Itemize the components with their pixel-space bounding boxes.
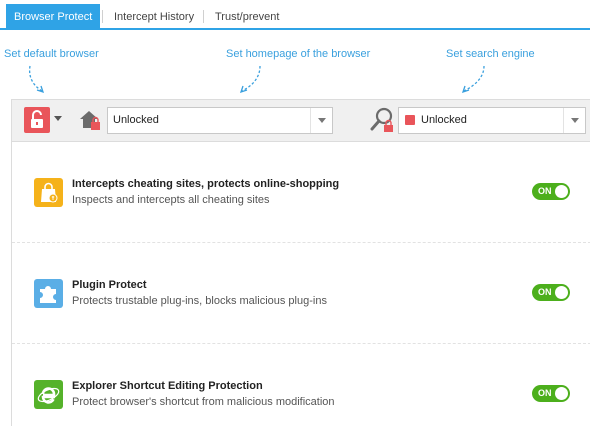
feature-description: Inspects and intercepts all cheating sit…: [72, 194, 270, 206]
hint-homepage: Set homepage of the browser: [226, 48, 371, 60]
toggle-knob: [555, 185, 568, 198]
protection-feature-list: Intercepts cheating sites, protects onli…: [11, 142, 590, 426]
puzzle-piece-icon: [34, 279, 63, 308]
chevron-down-icon[interactable]: [563, 108, 585, 133]
search-engine-select-value: Unlocked: [421, 114, 467, 126]
homepage-select-value: Unlocked: [113, 114, 159, 126]
browser-settings-toolbar: Unlocked Unlocked: [11, 99, 590, 142]
browser-e-icon: [34, 380, 63, 409]
plugin-protect-toggle[interactable]: ON: [532, 284, 570, 301]
curved-arrow-icon: [28, 65, 45, 94]
feature-title: Plugin Protect: [72, 279, 147, 291]
toggle-state-label: ON: [538, 388, 552, 398]
shortcut-protection-toggle[interactable]: ON: [532, 385, 570, 402]
chevron-down-icon[interactable]: [54, 116, 62, 121]
feature-description: Protects trustable plug-ins, blocks mali…: [72, 295, 327, 307]
feature-row-shortcut-protection: Explorer Shortcut Editing Protection Pro…: [12, 344, 590, 426]
online-shopping-toggle[interactable]: ON: [532, 183, 570, 200]
feature-row-online-shopping: Intercepts cheating sites, protects onli…: [12, 142, 590, 242]
tab-trust-prevent[interactable]: Trust/prevent: [207, 4, 287, 30]
unlocked-padlock-icon: [31, 110, 43, 128]
toggle-knob: [555, 286, 568, 299]
hint-default-browser: Set default browser: [4, 48, 99, 60]
tab-bar: Browser Protect Intercept History Trust/…: [0, 0, 590, 30]
feature-description: Protect browser's shortcut from maliciou…: [72, 396, 335, 408]
home-lock-icon: [80, 111, 100, 130]
tab-browser-protect[interactable]: Browser Protect: [6, 4, 101, 30]
tab-separator: [203, 10, 204, 23]
default-browser-lock-button[interactable]: [24, 107, 50, 133]
lock-icon: [405, 115, 415, 125]
feature-title: Explorer Shortcut Editing Protection: [72, 380, 263, 392]
toggle-state-label: ON: [538, 186, 552, 196]
homepage-select[interactable]: Unlocked: [107, 107, 333, 134]
tab-intercept-history[interactable]: Intercept History: [106, 4, 202, 30]
chevron-down-icon[interactable]: [310, 108, 332, 133]
curved-arrow-icon: [461, 65, 485, 94]
search-lock-icon: [370, 107, 393, 132]
search-engine-select[interactable]: Unlocked: [398, 107, 586, 134]
toggle-state-label: ON: [538, 287, 552, 297]
hint-search-engine: Set search engine: [446, 48, 535, 60]
curved-arrow-icon: [239, 65, 261, 94]
shopping-bag-icon: [34, 178, 63, 207]
toggle-knob: [555, 387, 568, 400]
feature-title: Intercepts cheating sites, protects onli…: [72, 178, 340, 190]
tab-separator: [102, 10, 103, 23]
feature-row-plugin-protect: Plugin Protect Protects trustable plug-i…: [12, 243, 590, 343]
